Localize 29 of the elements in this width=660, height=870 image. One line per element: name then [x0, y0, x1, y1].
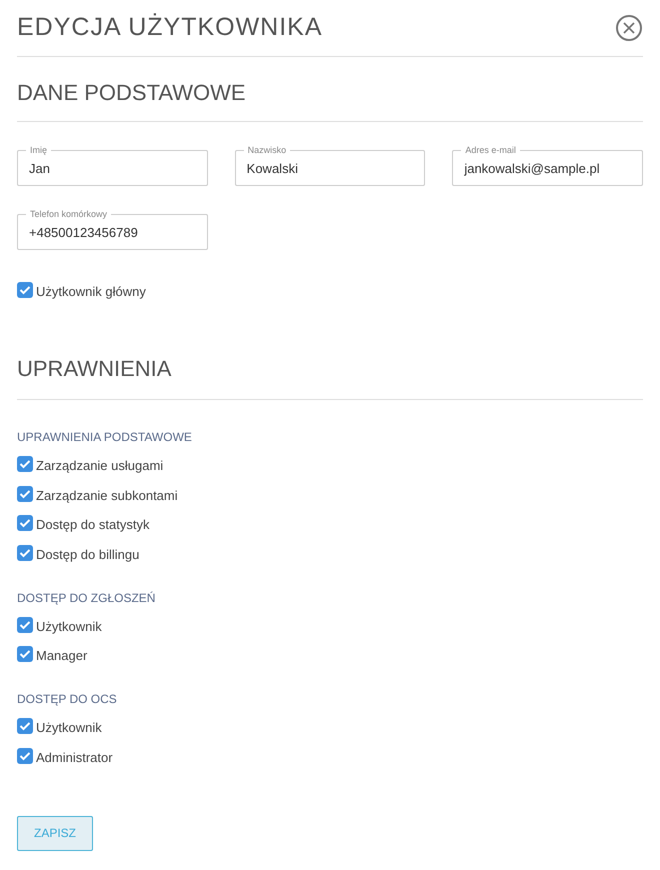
field-label: Imię	[26, 144, 52, 156]
field-label: Adres e-mail	[461, 144, 520, 156]
checkbox-label: Dostęp do statystyk	[36, 516, 150, 534]
checkbox[interactable]	[17, 456, 33, 472]
checkbox-label: Użytkownik	[36, 618, 102, 636]
checkbox-label: Zarządzanie usługami	[36, 457, 164, 476]
group-heading: DOSTĘP DO ZGŁOSZEŃ	[17, 590, 156, 606]
checkbox[interactable]	[17, 718, 33, 734]
checkbox-label: Dostęp do billingu	[36, 546, 140, 564]
close-icon[interactable]	[616, 15, 642, 41]
field-label: Nazwisko	[244, 144, 290, 156]
checkbox-label: Manager	[36, 647, 88, 666]
checkbox-label: Zarządzanie subkontami	[36, 486, 178, 505]
checkbox-label: Użytkownik główny	[36, 283, 146, 302]
checkbox[interactable]	[17, 616, 33, 632]
checkbox[interactable]	[17, 282, 33, 298]
checkbox[interactable]	[17, 544, 33, 560]
checkbox[interactable]	[17, 646, 33, 662]
checkbox[interactable]	[17, 748, 33, 764]
group-heading: UPRAWNIENIA PODSTAWOWE	[17, 429, 193, 446]
section-heading: UPRAWNIENIA	[17, 355, 172, 383]
section-heading: DANE PODSTAWOWE	[17, 79, 246, 107]
checkbox[interactable]	[17, 486, 33, 502]
checkbox-label: Administrator	[36, 748, 113, 767]
field-label: Telefon komórkowy	[26, 208, 112, 220]
checkbox[interactable]	[17, 515, 33, 531]
checkbox-label: Użytkownik	[36, 719, 102, 738]
dialog-title: EDYCJA UŻYTKOWNIKA	[17, 12, 323, 44]
group-heading: DOSTĘP DO OCS	[17, 691, 118, 708]
